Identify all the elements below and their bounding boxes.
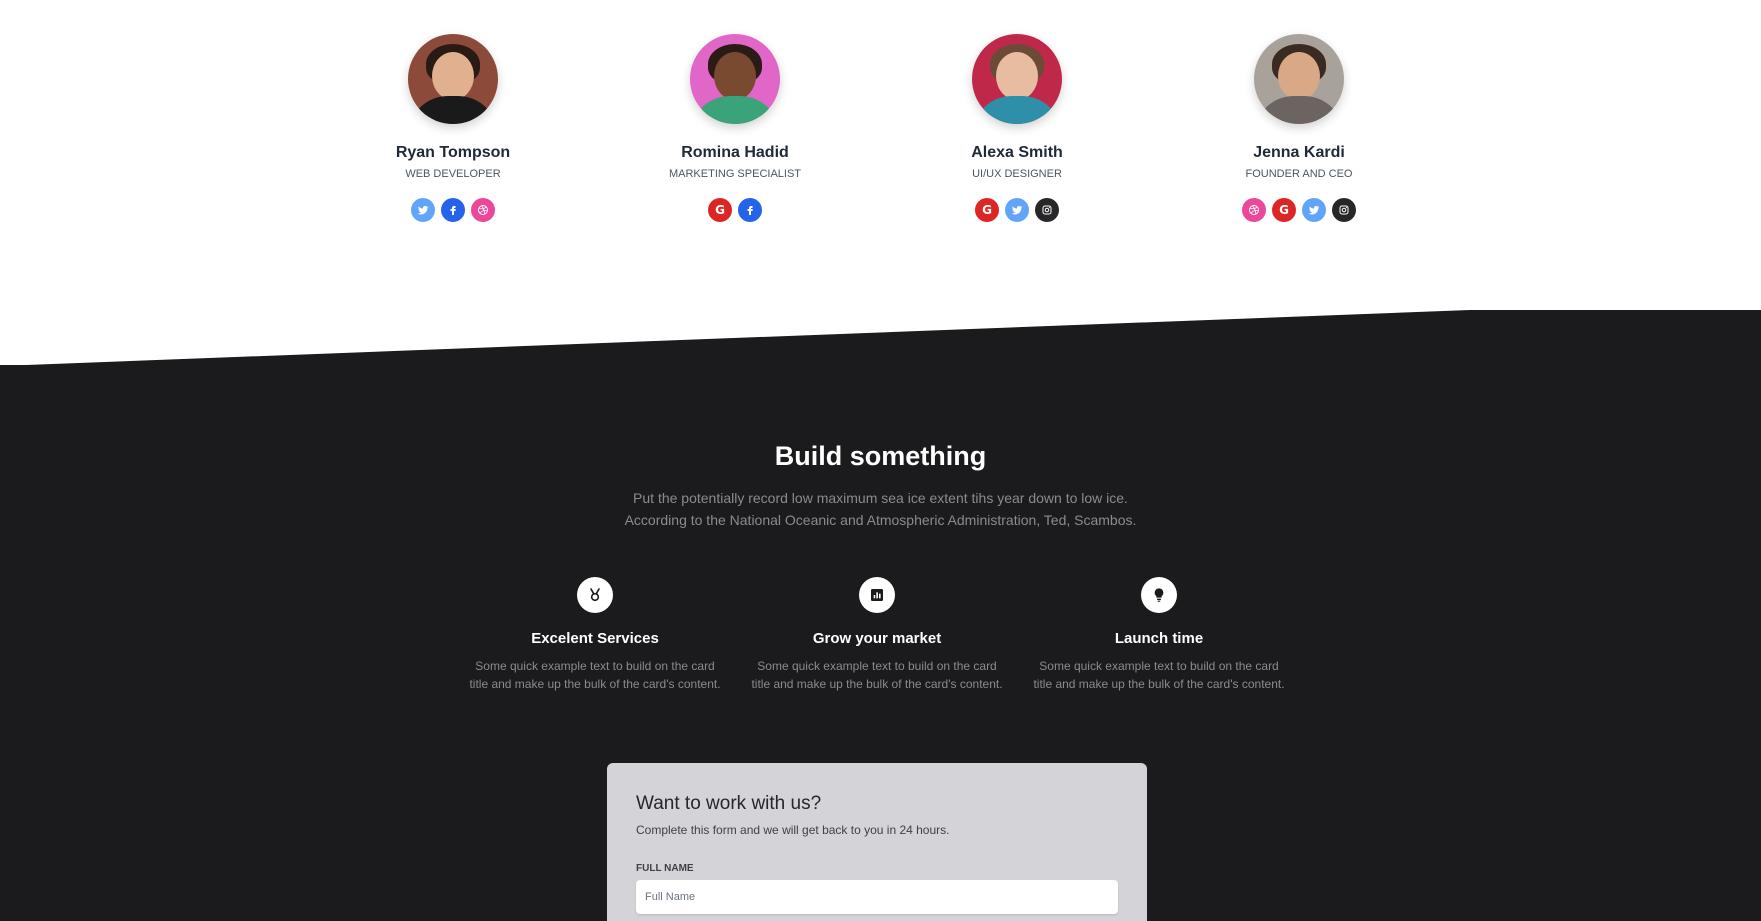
member-name: Ryan Tompson (395, 144, 511, 161)
member-role: WEB DEVELOPER (405, 168, 501, 180)
feature-text: Some quick example text to build on the … (751, 659, 1003, 691)
member-name: Jenna Kardi (1253, 144, 1345, 161)
form-subtitle: Complete this form and we will get back … (636, 823, 950, 837)
google-icon[interactable]: G (1272, 198, 1296, 222)
team-member-card: Romina Hadid MARKETING SPECIALIST G (625, 34, 845, 222)
member-role: MARKETING SPECIALIST (668, 168, 802, 180)
medal-icon (577, 577, 613, 613)
section-description: Put the potentially record low maximum s… (0, 487, 1761, 531)
contact-form-card: Want to work with us? Complete this form… (607, 763, 1147, 921)
facebook-icon[interactable] (441, 198, 465, 222)
team-member-card: Alexa Smith UI/UX DESIGNER G (907, 34, 1127, 222)
social-links (343, 198, 563, 222)
member-name: Alexa Smith (971, 144, 1063, 161)
social-links: G (907, 198, 1127, 222)
twitter-icon[interactable] (411, 198, 435, 222)
feature-text: Some quick example text to build on the … (1033, 659, 1285, 691)
full-name-label: FULL NAME (636, 863, 694, 874)
instagram-icon[interactable] (1332, 198, 1356, 222)
feature-card: Launch time Some quick example text to b… (1024, 577, 1294, 693)
member-role: FOUNDER AND CEO (1245, 168, 1353, 180)
facebook-icon[interactable] (738, 198, 762, 222)
member-role: UI/UX DESIGNER (972, 168, 1062, 180)
feature-title: Launch time (1114, 630, 1204, 647)
instagram-icon[interactable] (1035, 198, 1059, 222)
description-line: According to the National Oceanic and At… (624, 512, 1137, 528)
form-title: Want to work with us? (636, 793, 822, 814)
feature-text: Some quick example text to build on the … (469, 659, 721, 691)
chart-icon (859, 577, 895, 613)
section-title: Build something (774, 441, 987, 471)
feature-card: Excelent Services Some quick example tex… (460, 577, 730, 693)
feature-title: Grow your market (812, 630, 942, 647)
team-member-card: Ryan Tompson WEB DEVELOPER (343, 34, 563, 222)
twitter-icon[interactable] (1005, 198, 1029, 222)
full-name-input[interactable] (636, 880, 1118, 914)
avatar (690, 34, 780, 124)
team-member-card: Jenna Kardi FOUNDER AND CEO G (1189, 34, 1409, 222)
avatar (1254, 34, 1344, 124)
social-links: G (1189, 198, 1409, 222)
dribbble-icon[interactable] (1242, 198, 1266, 222)
feature-card: Grow your market Some quick example text… (742, 577, 1012, 693)
google-icon[interactable]: G (708, 198, 732, 222)
feature-title: Excelent Services (531, 630, 659, 647)
description-line: Put the potentially record low maximum s… (633, 490, 1128, 506)
lightbulb-icon (1141, 577, 1177, 613)
member-name: Romina Hadid (681, 144, 789, 161)
avatar (408, 34, 498, 124)
team-section: Ryan Tompson WEB DEVELOPER Romina Hadid … (0, 0, 1761, 330)
google-icon[interactable]: G (975, 198, 999, 222)
twitter-icon[interactable] (1302, 198, 1326, 222)
social-links: G (625, 198, 845, 222)
dribbble-icon[interactable] (471, 198, 495, 222)
avatar (972, 34, 1062, 124)
